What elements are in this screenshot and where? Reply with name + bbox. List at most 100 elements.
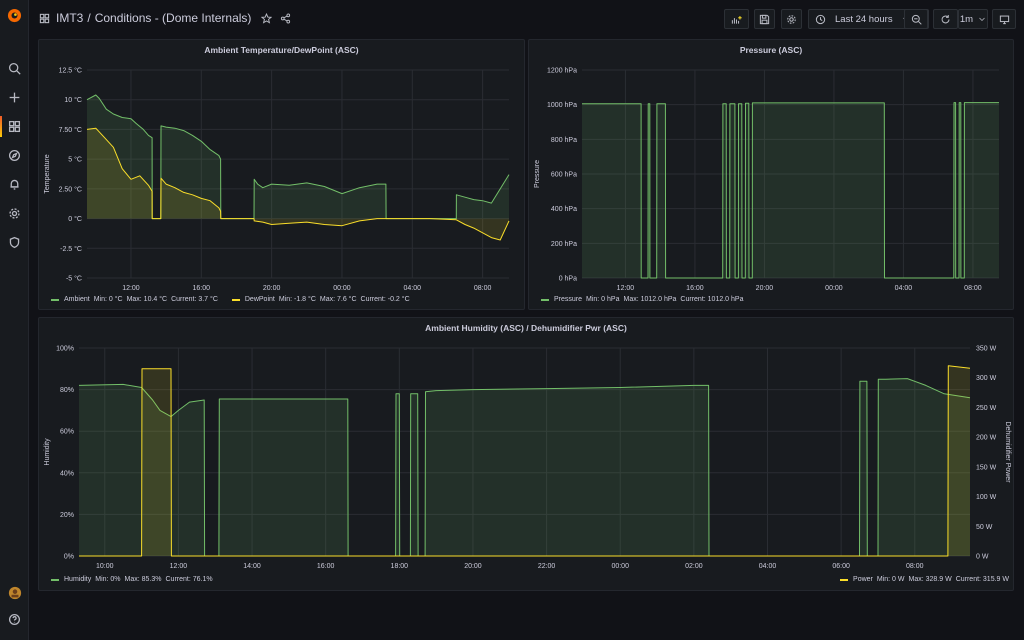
breadcrumb-separator: / (87, 11, 91, 25)
dashboard-title[interactable]: Conditions - (Dome Internals) (95, 11, 252, 25)
y-tick-label: 20% (60, 512, 74, 519)
legend-name: Pressure (554, 296, 583, 303)
add-panel-icon (731, 15, 742, 24)
x-tick-label: 20:00 (756, 285, 774, 292)
breadcrumb: IMT3 / Conditions - (Dome Internals) (39, 11, 291, 25)
x-tick-label: 22:00 (538, 563, 556, 570)
star-icon[interactable] (261, 12, 273, 24)
y-tick-label: 12.5 °C (59, 67, 82, 75)
pressure-panel[interactable]: Pressure (ASC) 1200 hPa 1000 hPa 800 hPa 60… (528, 39, 1014, 310)
y-tick-label: 400 hPa (551, 206, 577, 213)
x-tick-label: 20:00 (464, 563, 482, 570)
x-tick-label: 00:00 (333, 285, 351, 292)
y-tick-label: 0 °C (68, 215, 82, 223)
y2-tick-label: 300 W (976, 375, 997, 382)
breadcrumb-folder[interactable]: IMT3 (56, 11, 83, 25)
save-icon (759, 14, 770, 24)
save-dashboard-button[interactable] (754, 9, 775, 29)
help-icon[interactable] (4, 609, 25, 630)
legend-max: Max: 1012.0 hPa (623, 296, 677, 303)
temperature-panel[interactable]: Ambient Temperature/DewPoint (ASC) 12.5 … (38, 39, 525, 310)
temperature-chart[interactable]: 12.5 °C 10 °C 7.50 °C 5 °C 2.50 °C 0 °C -2.5 °… (39, 40, 526, 311)
y-tick-label: 5 °C (68, 156, 82, 164)
x-tick-label: 16:00 (317, 563, 335, 570)
refresh-button[interactable] (933, 9, 958, 29)
y2-tick-label: 150 W (976, 464, 997, 471)
active-indicator (0, 116, 2, 137)
legend-swatch (541, 298, 549, 301)
clock-icon (815, 14, 826, 24)
tv-mode-button[interactable] (992, 9, 1016, 29)
y2-tick-label: 50 W (976, 524, 993, 531)
legend-name: DewPoint (244, 296, 275, 303)
x-tick-label: 04:00 (895, 285, 913, 292)
legend-swatch (51, 298, 59, 301)
configuration-icon[interactable] (4, 203, 25, 224)
y-tick-label: 1200 hPa (547, 68, 577, 75)
x-tick-label: 00:00 (611, 563, 629, 570)
plus-icon[interactable] (4, 87, 25, 108)
x-tick-label: 14:00 (243, 563, 261, 570)
y-tick-label: -5 °C (66, 275, 82, 283)
x-tick-label: 08:00 (906, 563, 924, 570)
x-tick-label: 20:00 (263, 285, 281, 292)
dashboard-grid-icon (39, 13, 50, 23)
alerting-icon[interactable] (4, 174, 25, 195)
y-tick-label: 40% (60, 470, 74, 477)
pressure-chart[interactable]: 1200 hPa 1000 hPa 800 hPa 600 hPa 400 hPa 200… (529, 40, 1015, 311)
zoom-out-button[interactable] (904, 9, 928, 29)
add-panel-button[interactable] (724, 9, 749, 29)
avatar[interactable] (4, 582, 25, 603)
dashboards-icon[interactable] (4, 116, 25, 137)
refresh-interval-label: 1m (959, 13, 974, 25)
legend-current: Current: -0.2 °C (360, 296, 410, 303)
legend-name: Humidity (64, 576, 92, 583)
x-tick-label: 04:00 (759, 563, 777, 570)
legend-item-pressure[interactable]: Pressure Min: 0 hPa Max: 1012.0 hPa Curr… (541, 296, 747, 303)
x-tick-label: 00:00 (825, 285, 843, 292)
explore-icon[interactable] (4, 145, 25, 166)
time-range-label: Last 24 hours (835, 13, 893, 25)
y-tick-label: 7.50 °C (59, 126, 82, 134)
legend-item-dewpoint[interactable]: DewPoint Min: -1.8 °C Max: 7.6 °C Curren… (231, 296, 414, 303)
legend-max: Max: 7.6 °C (319, 296, 357, 303)
x-tick-label: 16:00 (193, 285, 211, 292)
dashboard-settings-button[interactable] (781, 9, 802, 29)
shield-icon[interactable] (4, 232, 25, 253)
temperature-legend: Ambient Min: 0 °C Max: 10.4 °C Current: … (51, 296, 424, 303)
y2-tick-label: 0 W (976, 554, 989, 561)
humidity-chart[interactable]: 100% 80% 60% 40% 20% 0% 350 W 300 W 250 W 200 W 15… (39, 318, 1015, 592)
legend-min: Min: 0 °C (93, 296, 123, 303)
x-tick-label: 08:00 (474, 285, 492, 292)
humidity-panel[interactable]: Ambient Humidity (ASC) / Dehumidifier Pw… (38, 317, 1014, 591)
y-tick-label: 0% (64, 554, 74, 561)
legend-current: Current: 315.9 W (955, 576, 1009, 583)
y-tick-label: 800 hPa (551, 137, 577, 144)
y-tick-label: -2.5 °C (60, 245, 82, 253)
y-tick-label: 2.50 °C (59, 185, 82, 193)
y-tick-label: 200 hPa (551, 241, 577, 248)
share-icon[interactable] (280, 13, 291, 24)
legend-max: Max: 10.4 °C (126, 296, 168, 303)
legend-item-humidity[interactable]: Humidity Min: 0% Max: 85.3% Current: 76.… (51, 576, 217, 583)
legend-name: Ambient (64, 296, 90, 303)
y-tick-label: 10 °C (64, 96, 82, 104)
pressure-legend: Pressure Min: 0 hPa Max: 1012.0 hPa Curr… (541, 296, 757, 303)
refresh-interval-picker[interactable]: 1m (958, 9, 988, 29)
legend-item-ambient[interactable]: Ambient Min: 0 °C Max: 10.4 °C Current: … (51, 296, 222, 303)
search-icon[interactable] (4, 58, 25, 79)
refresh-icon (941, 14, 950, 23)
sidebar (0, 0, 29, 640)
y-axis-title: Pressure (534, 160, 541, 188)
grafana-logo-icon[interactable] (4, 5, 25, 26)
y-tick-label: 600 hPa (551, 172, 577, 179)
legend-item-power[interactable]: Power Min: 0 W Max: 328.9 W Current: 315… (840, 576, 1009, 583)
y2-tick-label: 200 W (976, 435, 997, 442)
x-tick-label: 10:00 (96, 563, 114, 570)
y-tick-label: 100% (56, 346, 74, 353)
legend-current: Current: 1012.0 hPa (680, 296, 744, 303)
x-tick-label: 04:00 (404, 285, 422, 292)
legend-min: Min: 0 W (876, 576, 905, 583)
gear-icon (787, 14, 796, 24)
x-tick-label: 02:00 (685, 563, 703, 570)
